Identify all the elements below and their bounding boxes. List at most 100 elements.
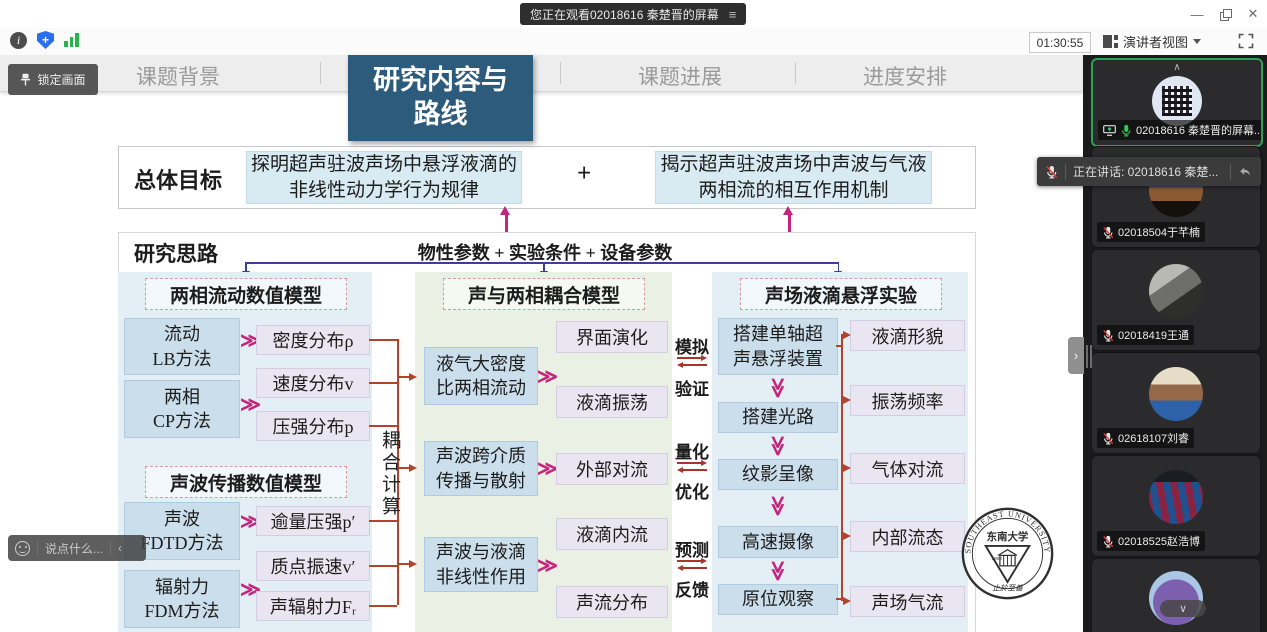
tab-schedule: 进度安排 bbox=[845, 61, 965, 91]
network-signal-icon bbox=[64, 33, 79, 47]
mic-on-icon bbox=[1120, 124, 1132, 137]
collapse-chat-icon[interactable]: ‹ bbox=[118, 541, 122, 555]
goal-plus: + bbox=[577, 160, 591, 188]
screen-share-icon bbox=[1103, 125, 1116, 136]
input-box: 声波跨介质传播与散射 bbox=[424, 441, 538, 496]
output-box: 液滴内流 bbox=[556, 518, 668, 550]
participant-tile[interactable]: 02618107刘睿 bbox=[1091, 352, 1261, 454]
tab-active-content-route: 研究内容与路线 bbox=[348, 55, 533, 141]
output-box: 液滴形貌 bbox=[850, 320, 965, 351]
tab-separator bbox=[320, 62, 321, 84]
step-box: 搭建光路 bbox=[718, 402, 838, 433]
method-box: 两相CP方法 bbox=[124, 380, 240, 438]
link-label: 验证 bbox=[672, 375, 712, 400]
bracket-stub bbox=[369, 520, 397, 522]
double-angle-icon: ≫ bbox=[537, 459, 558, 479]
lock-view-label: 锁定画面 bbox=[37, 71, 85, 88]
mic-muted-icon bbox=[1102, 535, 1114, 548]
view-mode-label: 演讲者视图 bbox=[1123, 32, 1188, 51]
double-angle-icon: ≫ bbox=[537, 367, 558, 387]
link-label: 优化 bbox=[672, 478, 712, 503]
link-label: 反馈 bbox=[672, 576, 712, 601]
pin-icon bbox=[20, 73, 31, 86]
output-box: 外部对流 bbox=[556, 453, 668, 485]
chat-input[interactable]: 说点什么... bbox=[45, 540, 103, 557]
bidirectional-arrow bbox=[677, 355, 707, 369]
bracket-stub bbox=[369, 339, 397, 341]
double-angle-down-icon: ≫ bbox=[767, 436, 787, 457]
meeting-info-icon[interactable]: i bbox=[10, 32, 27, 49]
meeting-window: 您正在观看02018616 秦楚晋的屏幕 ≡ — ✕ i + 01:30:55 … bbox=[0, 0, 1267, 632]
speaking-banner: 正在讲话: 02018616 秦楚... bbox=[1037, 157, 1261, 186]
tab-separator bbox=[795, 62, 796, 84]
chevron-down-icon bbox=[1193, 39, 1201, 44]
participant-tile[interactable]: ∧ 02018616 秦楚晋的屏幕... bbox=[1091, 58, 1263, 147]
view-mode-selector[interactable]: 演讲者视图 bbox=[1103, 31, 1201, 52]
fullscreen-button[interactable] bbox=[1238, 33, 1254, 54]
scroll-up-icon[interactable]: ∧ bbox=[1173, 62, 1180, 73]
spine-stub bbox=[836, 598, 841, 600]
lock-view-button[interactable]: 锁定画面 bbox=[8, 64, 98, 95]
chat-bar[interactable]: 说点什么... ‹ bbox=[8, 535, 146, 561]
overall-goal-label: 总体目标 bbox=[134, 163, 222, 195]
step-box: 搭建单轴超声悬浮装置 bbox=[718, 318, 838, 375]
output-box: 液滴振荡 bbox=[556, 386, 668, 418]
restore-button[interactable] bbox=[1216, 6, 1234, 22]
minimize-button[interactable]: — bbox=[1188, 6, 1206, 22]
tab-progress: 课题进展 bbox=[620, 61, 740, 91]
banner-menu-icon[interactable]: ≡ bbox=[729, 8, 737, 21]
col1-header-2: 声波传播数值模型 bbox=[145, 466, 347, 498]
output-box: 声场气流 bbox=[850, 586, 965, 617]
participant-name: 02618107刘睿 bbox=[1118, 430, 1189, 446]
right-arrow bbox=[843, 396, 851, 404]
output-box: 声流分布 bbox=[556, 586, 668, 618]
goal-statement-1: 探明超声驻波声场中悬浮液滴的非线性动力学行为规律 bbox=[246, 151, 522, 204]
divider bbox=[1065, 164, 1066, 180]
tab-active-label: 研究内容与路线 bbox=[371, 64, 511, 132]
meeting-timer: 01:30:55 bbox=[1029, 32, 1091, 53]
right-arrow bbox=[409, 560, 417, 568]
watching-banner-text: 您正在观看02018616 秦楚晋的屏幕 bbox=[530, 6, 719, 23]
bidirectional-arrow bbox=[677, 460, 707, 474]
bracket-stub bbox=[369, 425, 397, 427]
double-angle-icon: ≫ bbox=[537, 556, 558, 576]
approach-label: 研究思路 bbox=[134, 238, 218, 268]
right-arrow bbox=[409, 464, 417, 472]
seal-motto: 止於至善 bbox=[992, 584, 1024, 593]
participant-avatar bbox=[1149, 264, 1203, 318]
up-arrow-stem bbox=[505, 214, 508, 232]
reply-arrow-icon[interactable] bbox=[1238, 165, 1253, 179]
participant-name-label: 02018616 秦楚晋的屏幕... bbox=[1098, 120, 1263, 140]
scroll-down-button[interactable]: ∨ bbox=[1160, 600, 1206, 617]
arrow-stub bbox=[397, 563, 409, 565]
output-box: 速度分布v bbox=[256, 368, 370, 398]
participant-name-label: 02018419王通 bbox=[1097, 325, 1194, 345]
seal-cn-text: 东南大学 bbox=[987, 530, 1029, 543]
output-box: 界面演化 bbox=[556, 321, 668, 353]
participant-name: 02018419王通 bbox=[1118, 327, 1189, 343]
sidebar-drag-handle[interactable] bbox=[1086, 345, 1092, 368]
participant-tile[interactable]: 02018419王通 bbox=[1091, 249, 1261, 351]
tab-separator bbox=[560, 62, 561, 84]
spine-stub bbox=[836, 345, 841, 347]
watching-banner: 您正在观看02018616 秦楚晋的屏幕 ≡ bbox=[520, 3, 746, 25]
coupling-label: 耦合计算 bbox=[376, 430, 403, 518]
col1-header: 两相流动数值模型 bbox=[145, 278, 347, 310]
arrow-stub bbox=[397, 376, 409, 378]
method-box: 辐射力FDM方法 bbox=[124, 570, 240, 628]
step-box: 纹影呈像 bbox=[718, 459, 838, 490]
sidebar-collapse-handle[interactable]: › bbox=[1068, 337, 1084, 374]
output-box: 振荡频率 bbox=[850, 385, 965, 416]
close-button[interactable]: ✕ bbox=[1244, 6, 1262, 22]
participant-avatar bbox=[1149, 470, 1203, 524]
participant-tile[interactable]: 02018525赵浩博 bbox=[1091, 455, 1261, 557]
emoji-icon[interactable] bbox=[15, 541, 30, 556]
participant-name-label: 02018504于芊楠 bbox=[1097, 222, 1205, 242]
participant-name: 02018616 秦楚晋的屏幕... bbox=[1136, 122, 1263, 138]
goal-statement-2: 揭示超声驻波声场中声波与气液两相流的相互作用机制 bbox=[655, 151, 932, 204]
right-arrow bbox=[843, 331, 851, 339]
output-box: 密度分布ρ bbox=[256, 325, 370, 355]
input-box: 声波与液滴非线性作用 bbox=[424, 537, 538, 592]
double-angle-down-icon: ≫ bbox=[767, 496, 787, 517]
participant-tile[interactable] bbox=[1091, 558, 1261, 632]
